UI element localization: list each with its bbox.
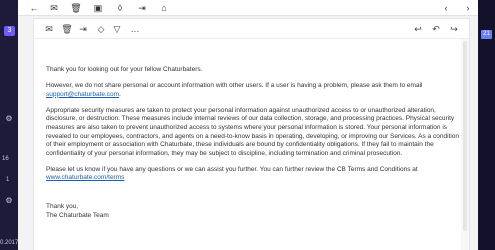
closing-line: Thank you, [46,203,79,211]
tag-icon[interactable]: ⌂ [158,2,170,14]
left-rail: 3 ⚙ 16 1 ⚙ 0.2017 [0,0,18,250]
back-arrow-icon[interactable]: ← [28,2,40,14]
rail-footer-year: 0.2017 [0,240,19,246]
privacy-period: . [119,90,121,98]
email-body: Thank you for looking out for your fello… [46,66,461,220]
reply-all-icon[interactable]: ↶ [430,23,442,35]
archive-icon[interactable]: ▣ [92,2,104,14]
terms-text: Please let us know if you have any quest… [46,165,418,173]
next-icon[interactable]: › [462,2,474,14]
scroll-thumb[interactable] [463,41,467,231]
paragraph-terms: Please let us know if you have any quest… [46,166,461,183]
move-icon[interactable]: ⇥ [136,2,148,14]
privacy-text: However, we do not share personal or acc… [46,82,423,90]
top-toolbar: ← ✉ 🗑 ▣ ◊ ⇥ ⌂ ‹ › [18,0,478,16]
paragraph-security: Appropriate security measures are taken … [46,106,459,157]
rail-counter-16: 16 [2,156,9,162]
paragraph-privacy: However, we do not share personal or acc… [46,82,461,99]
spam-icon[interactable]: ◊ [114,2,126,14]
mark-read-icon[interactable]: ✉ [48,2,60,14]
gear-icon[interactable]: ⚙ [4,196,14,206]
right-rail: 21 [478,0,495,250]
scrollbar[interactable] [461,39,469,250]
paragraph-greeting: Thank you for looking out for your fello… [46,66,203,73]
settings-icon[interactable]: ⚙ [4,114,14,124]
filter-icon[interactable]: ▽ [111,23,123,35]
delete-icon[interactable]: 🗑 [70,2,82,14]
tag-icon[interactable]: ◇ [95,23,107,35]
unread-badge[interactable]: 3 [4,26,15,36]
message-panel: ✉ 🗑 ⇥ ◇ ▽ … ↩ ↶ ↪ Thank you for looking … [33,18,470,250]
move-icon[interactable]: ⇥ [77,23,89,35]
signature-line: The Chaturbate Team [46,211,109,219]
right-rail-badge[interactable]: 21 [481,30,492,39]
forward-icon[interactable]: ↪ [448,23,460,35]
mark-read-icon[interactable]: ✉ [43,23,55,35]
delete-icon[interactable]: 🗑 [61,23,73,35]
previous-icon[interactable]: ‹ [440,2,452,14]
reply-icon[interactable]: ↩ [412,23,424,35]
rail-counter-1: 1 [6,177,10,183]
terms-link[interactable]: www.chaturbate.com/terms [46,174,124,181]
support-email-link[interactable]: support@chaturbate.com [46,91,119,98]
message-toolbar: ✉ 🗑 ⇥ ◇ ▽ … ↩ ↶ ↪ [34,19,469,39]
more-icon[interactable]: … [129,23,141,35]
